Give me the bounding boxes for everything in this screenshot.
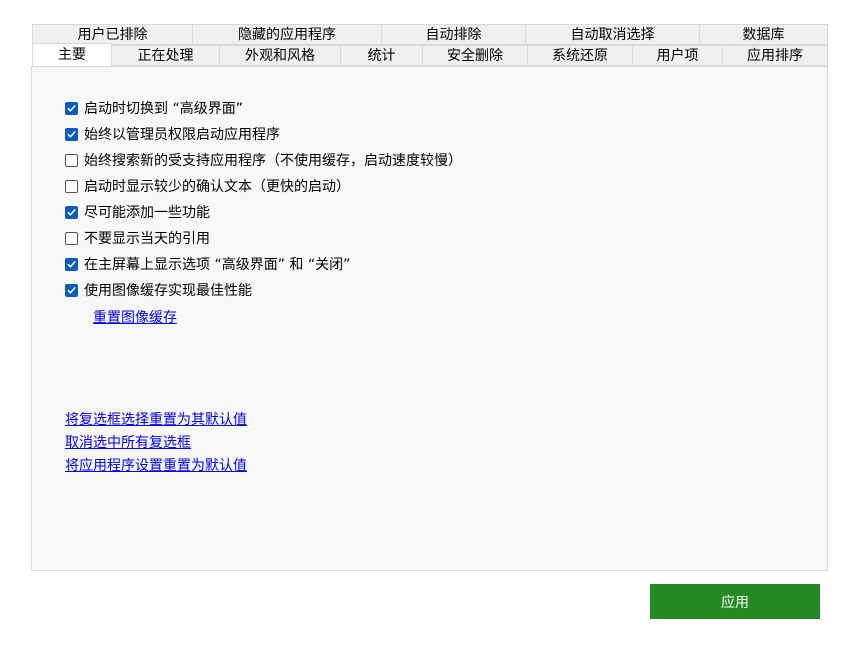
reset-app-settings-link[interactable]: 将应用程序设置重置为默认值: [65, 455, 247, 478]
tab-database[interactable]: 数据库: [699, 24, 828, 45]
option-label: 启动时显示较少的确认文本（更快的启动）: [84, 179, 350, 195]
tab-statistics[interactable]: 统计: [340, 45, 422, 66]
option-label: 尽可能添加一些功能: [84, 205, 210, 221]
reset-links: 将复选框选择重置为其默认值 取消选中所有复选框 将应用程序设置重置为默认值: [65, 409, 247, 478]
option-label: 始终搜索新的受支持应用程序（不使用缓存，启动速度较慢）: [84, 153, 462, 169]
checkbox-checked[interactable]: [65, 283, 78, 297]
option-label: 使用图像缓存实现最佳性能: [84, 283, 252, 299]
options-list: 启动时切换到 “高级界面” 始终以管理员权限启动应用程序始终搜索新的受支持应用程序…: [65, 95, 462, 303]
reset-image-cache-link[interactable]: 重置图像缓存: [93, 307, 177, 330]
tab-row-front: 主要 正在处理 外观和风格 统计 安全删除 系统还原 用户项 应用排序: [32, 43, 828, 66]
tab-system-restore[interactable]: 系统还原: [527, 45, 632, 66]
tab-user-excluded[interactable]: 用户已排除: [32, 24, 192, 45]
option-row[interactable]: 启动时切换到 “高级界面”: [65, 95, 462, 121]
tab-row-back: 用户已排除 隐藏的应用程序 自动排除 自动取消选择 数据库: [32, 24, 828, 45]
settings-window: 用户已排除 隐藏的应用程序 自动排除 自动取消选择 数据库 主要 正在处理 外观…: [0, 0, 860, 645]
checkmark-icon: [67, 208, 76, 216]
tab-auto-deselect[interactable]: 自动取消选择: [525, 24, 699, 45]
checkmark-icon: [67, 286, 76, 294]
option-row[interactable]: 始终以管理员权限启动应用程序: [65, 121, 462, 147]
tab-processing[interactable]: 正在处理: [111, 45, 219, 66]
tab-secure-delete[interactable]: 安全删除: [422, 45, 527, 66]
checkbox-checked[interactable]: [65, 257, 78, 271]
option-label: 始终以管理员权限启动应用程序: [84, 127, 280, 143]
option-row[interactable]: 始终搜索新的受支持应用程序（不使用缓存，启动速度较慢）: [65, 147, 462, 173]
option-row[interactable]: 启动时显示较少的确认文本（更快的启动）: [65, 173, 462, 199]
checkbox-checked[interactable]: [65, 127, 78, 141]
checkbox-unchecked[interactable]: [65, 179, 78, 193]
option-label: 启动时切换到 “高级界面”: [84, 101, 243, 117]
checkbox-unchecked[interactable]: [65, 231, 78, 245]
option-label: 不要显示当天的引用: [84, 231, 210, 247]
option-row[interactable]: 在主屏幕上显示选项 “高级界面” 和 “关闭”: [65, 251, 462, 277]
tab-main[interactable]: 主要: [32, 43, 111, 66]
tab-appearance[interactable]: 外观和风格: [219, 45, 340, 66]
checkmark-icon: [67, 104, 76, 112]
uncheck-all-link[interactable]: 取消选中所有复选框: [65, 432, 247, 455]
tab-auto-exclude[interactable]: 自动排除: [381, 24, 525, 45]
option-row[interactable]: 使用图像缓存实现最佳性能: [65, 277, 462, 303]
checkmark-icon: [67, 260, 76, 268]
apply-button[interactable]: 应用: [650, 584, 820, 619]
main-tab-panel: 启动时切换到 “高级界面” 始终以管理员权限启动应用程序始终搜索新的受支持应用程序…: [31, 66, 828, 571]
tab-user-items[interactable]: 用户项: [632, 45, 722, 66]
option-row[interactable]: 不要显示当天的引用: [65, 225, 462, 251]
checkmark-icon: [67, 130, 76, 138]
option-row[interactable]: 尽可能添加一些功能: [65, 199, 462, 225]
checkbox-checked[interactable]: [65, 205, 78, 219]
option-label: 在主屏幕上显示选项 “高级界面” 和 “关闭”: [84, 257, 351, 273]
reset-checkboxes-link[interactable]: 将复选框选择重置为其默认值: [65, 409, 247, 432]
tab-hidden-apps[interactable]: 隐藏的应用程序: [192, 24, 381, 45]
tab-app-sorting[interactable]: 应用排序: [722, 45, 828, 66]
checkbox-checked[interactable]: [65, 101, 78, 115]
checkbox-unchecked[interactable]: [65, 153, 78, 167]
